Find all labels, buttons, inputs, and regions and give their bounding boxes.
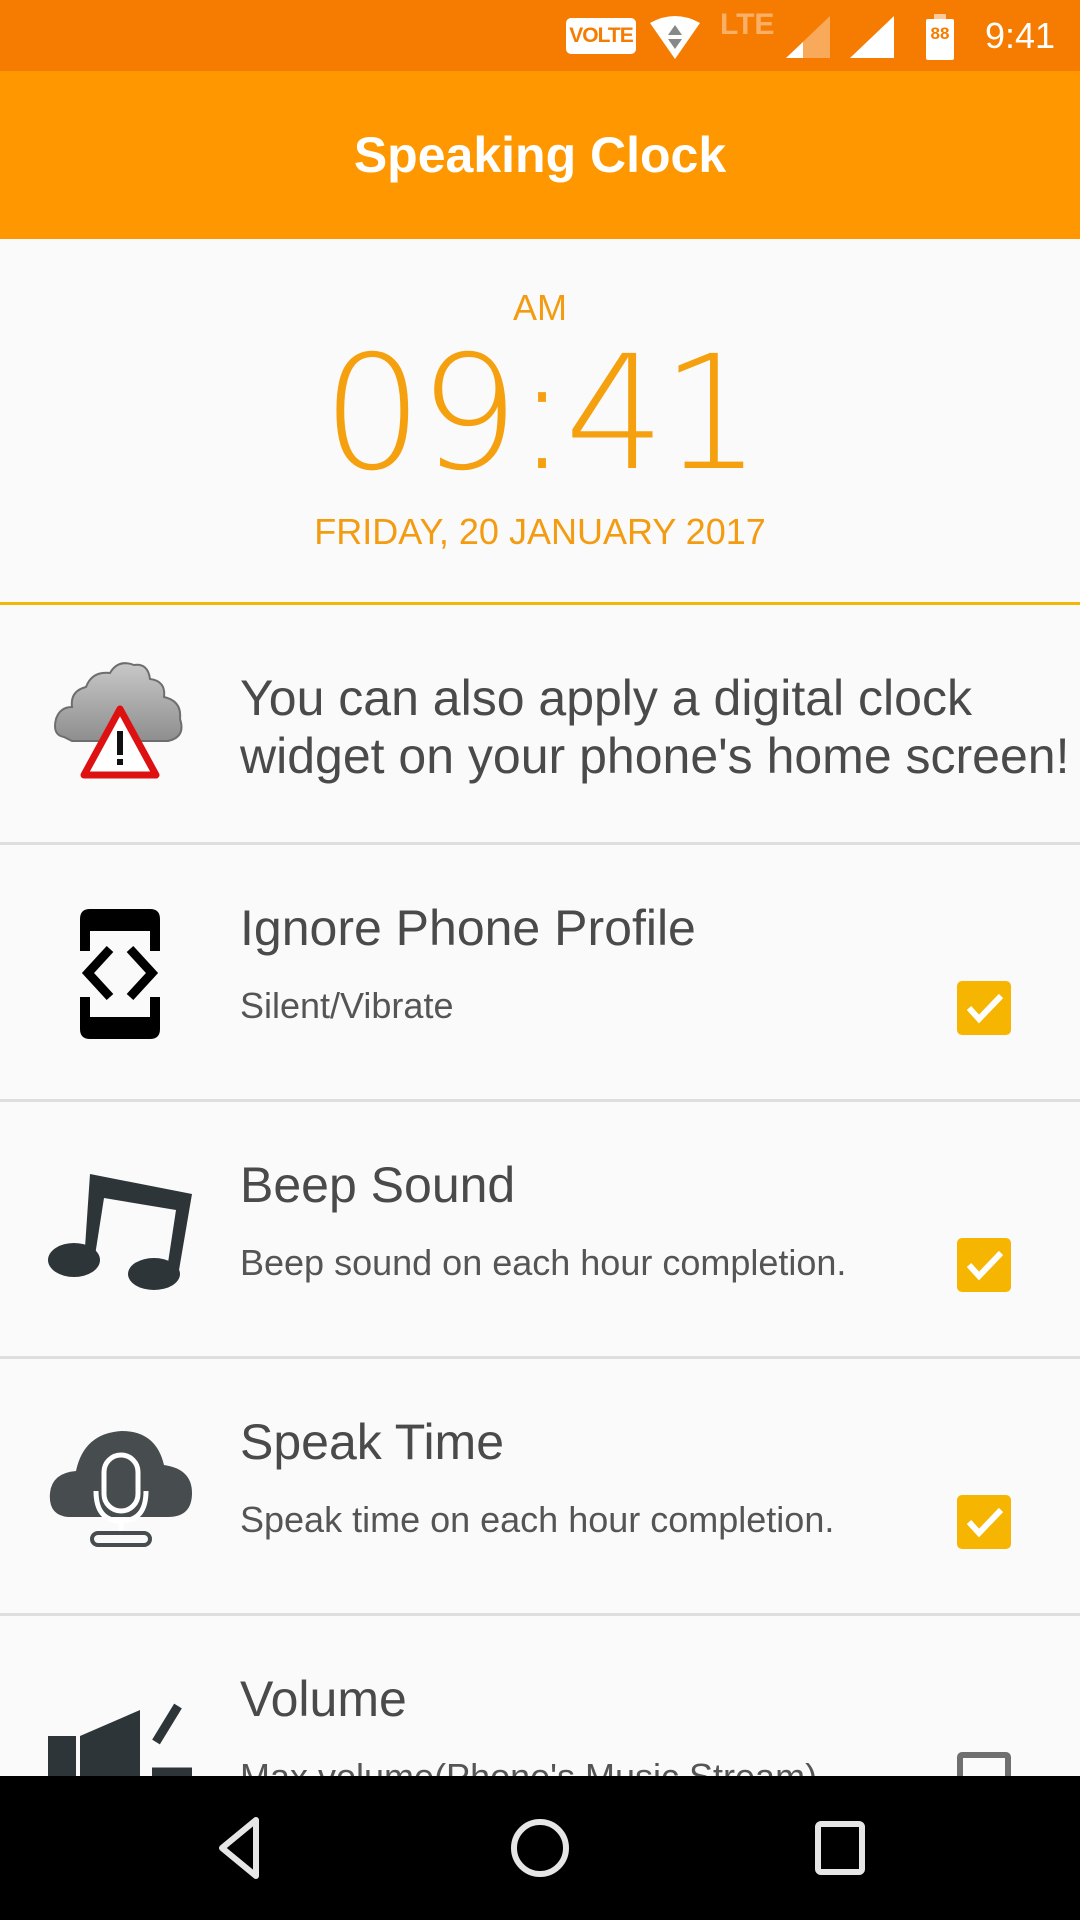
speak-time-checkbox[interactable] [957,1495,1011,1549]
home-button[interactable] [500,1808,580,1888]
lte-icon: LTE [720,8,775,41]
setting-subtitle: Silent/Vibrate [240,985,454,1026]
status-time: 9:41 [985,15,1056,56]
home-icon [511,1819,569,1877]
setting-title: Ignore Phone Profile [240,900,696,956]
recents-icon [815,1821,865,1875]
signal-icon [850,16,894,58]
wifi-icon [650,16,700,59]
check-icon [966,993,1004,1024]
tip-row: You can also apply a digital clock widge… [0,605,1080,845]
check-icon [966,1250,1004,1281]
ignore-profile-checkbox[interactable] [957,981,1011,1035]
time-display: 09:41 [0,334,1080,494]
beep-sound-checkbox[interactable] [957,1238,1011,1292]
check-icon [966,1507,1004,1538]
volte-icon: VOLTE [566,18,636,54]
setting-title: Beep Sound [240,1157,516,1213]
setting-subtitle: Speak time on each hour completion. [240,1499,835,1540]
setting-row-ignore-profile[interactable]: Ignore Phone Profile Silent/Vibrate [0,845,1080,1102]
back-button[interactable] [200,1808,280,1888]
music-note-icon [48,1174,192,1290]
tip-line-1: You can also apply a digital clock [240,670,972,726]
clock-display: AM 09:41 FRIDAY, 20 JANUARY 2017 [0,239,1080,604]
app-title: Speaking Clock [353,127,727,183]
cloud-mic-icon [49,1431,193,1547]
time-minutes: 41 [564,322,762,506]
cloud-warning-icon [54,662,183,779]
date-label: FRIDAY, 20 JANUARY 2017 [314,511,766,552]
signal-icon [786,16,830,58]
tip-text: You can also apply a digital clock widge… [240,669,1080,785]
time-separator: : [515,322,568,506]
battery-level: 88 [930,24,950,43]
back-icon [219,1817,259,1879]
status-bar: VOLTE LTE 88 9:41 [0,0,1080,71]
phone-profile-icon [80,909,160,1039]
setting-title: Speak Time [240,1414,505,1470]
volte-label: VOLTE [569,24,633,47]
app-bar: Speaking Clock [0,71,1080,239]
setting-row-beep-sound[interactable]: Beep Sound Beep sound on each hour compl… [0,1102,1080,1359]
navigation-bar [0,1776,1080,1920]
setting-title: Volume [240,1671,407,1727]
setting-subtitle: Beep sound on each hour completion. [240,1242,847,1283]
setting-row-speak-time[interactable]: Speak Time Speak time on each hour compl… [0,1359,1080,1616]
tip-line-2: widget on your phone's home screen! [240,728,1070,784]
recents-button[interactable] [800,1808,880,1888]
time-hours: 09 [322,322,519,506]
